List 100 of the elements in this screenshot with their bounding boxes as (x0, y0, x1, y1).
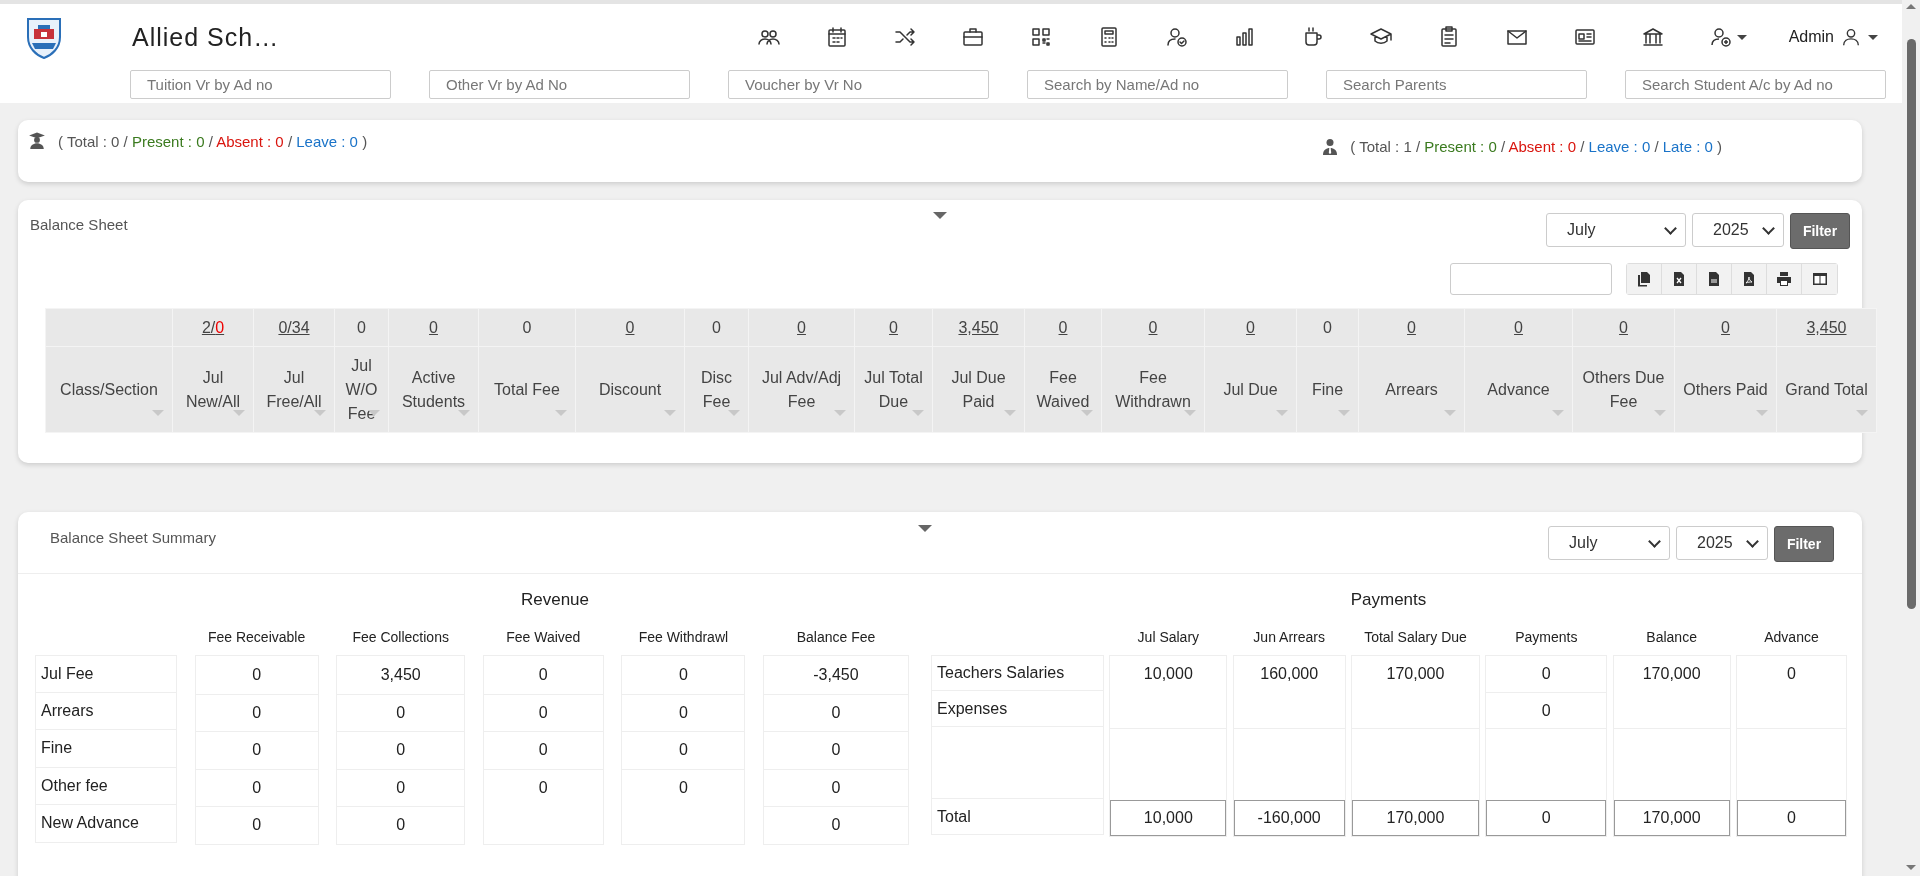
briefcase-icon[interactable] (960, 25, 985, 49)
table-cell: 0 (483, 768, 603, 806)
column-header[interactable]: Disc Fee (684, 346, 749, 433)
column-header[interactable]: Grand Total (1776, 346, 1877, 433)
staff-attendance-summary: ( Total : 1 / Present : 0 / Absent : 0 / Leave : 0 / Late : 0 ) (1350, 138, 1722, 155)
column-header: Jul Salary (1137, 629, 1200, 647)
caret-icon (1868, 34, 1878, 40)
column-header[interactable]: Fee Waived (1024, 346, 1102, 433)
table-search-field[interactable] (1450, 263, 1612, 295)
table-cell-text: 0 (1786, 664, 1797, 684)
column-header[interactable]: Jul Total Due (854, 346, 933, 433)
column-total-cell[interactable]: 0/34 (253, 308, 335, 347)
column-total-cell[interactable]: 0 (1358, 308, 1465, 347)
row-label: Teachers Salaries (931, 655, 1104, 691)
print-icon (1776, 271, 1792, 287)
school-logo (24, 15, 64, 59)
column-header: Fee Withdrawl (638, 629, 729, 647)
column-total-cell[interactable]: 0 (388, 308, 479, 347)
user-icon (1840, 26, 1862, 48)
collapse-caret-icon[interactable] (933, 212, 947, 219)
sort-icon (233, 410, 245, 416)
column-total-cell[interactable]: 0 (1464, 308, 1573, 347)
row-label: Arrears (35, 692, 177, 730)
column-header[interactable]: Active Students (388, 346, 479, 433)
column-header[interactable]: Fee Withdrawn (1101, 346, 1205, 433)
row-label: Fine (35, 730, 177, 768)
table-cell-text: 170,000 (1385, 664, 1446, 684)
search-field[interactable]: Search Student A/c by Ad no (1625, 70, 1886, 99)
column-total-cell[interactable]: 0 (1674, 308, 1777, 347)
column-total-cell[interactable]: 0 (854, 308, 933, 347)
bank-icon[interactable] (1640, 25, 1665, 49)
sort-icon (1444, 410, 1456, 416)
column-header[interactable]: Jul Free/All (253, 346, 335, 433)
total-cell: 0 (1736, 800, 1846, 836)
column-total-cell[interactable]: 0 (1101, 308, 1205, 347)
column-total-cell[interactable]: 0 (1204, 308, 1297, 347)
table-cell: 0 (763, 768, 908, 806)
month-select[interactable]: July (1546, 213, 1686, 247)
user-check-icon[interactable] (1164, 25, 1189, 49)
search-field[interactable]: Tuition Vr by Ad no (130, 70, 391, 99)
filter-button[interactable]: Filter (1774, 526, 1834, 562)
column-total-cell: 0 (334, 308, 389, 347)
table-cell: 0 (195, 731, 318, 769)
column-header: Fee Waived (506, 629, 581, 647)
column-header[interactable]: Fine (1296, 346, 1359, 433)
year-select[interactable]: 2025 (1676, 526, 1768, 560)
year-select[interactable]: 2025 (1692, 213, 1784, 247)
table-cell: 0 (195, 693, 318, 731)
column-header: Fee Collections (352, 629, 449, 647)
filter-button[interactable]: Filter (1790, 213, 1850, 249)
column-total-cell[interactable]: 3,450 (1776, 308, 1877, 347)
search-field[interactable]: Search by Name/Ad no (1027, 70, 1288, 99)
month-select[interactable]: July (1548, 526, 1670, 560)
table-cell: 0 (337, 693, 465, 731)
table-cell: 0 (763, 693, 908, 731)
column-header[interactable]: Arrears (1358, 346, 1465, 433)
shuffle-icon[interactable] (892, 25, 917, 49)
column-header: Jun Arrears (1253, 629, 1325, 647)
column-total-cell[interactable]: 0 (575, 308, 685, 347)
sort-icon (555, 410, 567, 416)
copy-button[interactable] (1627, 264, 1662, 294)
column-header[interactable]: Jul Due (1204, 346, 1297, 433)
add-user-menu[interactable] (1708, 25, 1747, 49)
table-cell: 0 (337, 731, 465, 769)
row-label: Expenses (931, 691, 1104, 727)
table-cell: 0 (763, 731, 908, 769)
total-cell: 10,000 (1110, 800, 1227, 836)
column-header[interactable]: Others Paid (1674, 346, 1777, 433)
table-cell-text: -3,450 (812, 664, 860, 685)
table-cell: 0 (622, 768, 745, 806)
column-header: Payments (1515, 629, 1578, 647)
column-total-cell[interactable]: 0 (1572, 308, 1675, 347)
section-title: Revenue (519, 589, 591, 611)
column-header[interactable]: Discount (575, 346, 685, 433)
sort-icon (1004, 410, 1016, 416)
search-field[interactable]: Search Parents (1326, 70, 1587, 99)
column-header[interactable]: Jul New/All (172, 346, 254, 433)
table-cell: 0 (195, 806, 318, 844)
search-field[interactable]: Voucher by Vr No (728, 70, 989, 99)
card-title: Balance Sheet Summary (50, 528, 216, 546)
search-field[interactable]: Other Vr by Ad No (429, 70, 690, 99)
table-cell-text: 0 (1540, 664, 1552, 684)
sort-icon (1276, 410, 1288, 416)
column-total-cell[interactable]: 3,450 (932, 308, 1025, 347)
column-header: Balance (1646, 629, 1697, 647)
sort-icon (458, 410, 470, 416)
sort-icon (1552, 410, 1564, 416)
column-header[interactable]: Others Due Fee (1572, 346, 1675, 433)
column-header[interactable]: Total Fee (478, 346, 576, 433)
column-header[interactable]: Jul Due Paid (932, 346, 1025, 433)
column-header[interactable]: Class/Section (45, 346, 173, 433)
column-header[interactable]: Jul Adv/Adj Fee (748, 346, 855, 433)
column-total-cell[interactable]: 0 (1024, 308, 1102, 347)
column-header[interactable]: Advance (1464, 346, 1573, 433)
user-menu-button[interactable]: Admin (1788, 26, 1878, 48)
column-total-cell[interactable]: 2/0 (172, 308, 254, 347)
table-cell: 0 (195, 768, 318, 806)
collapse-caret-icon[interactable] (918, 525, 932, 532)
column-total-cell[interactable]: 0 (748, 308, 855, 347)
table-cell: 0 (483, 693, 603, 731)
